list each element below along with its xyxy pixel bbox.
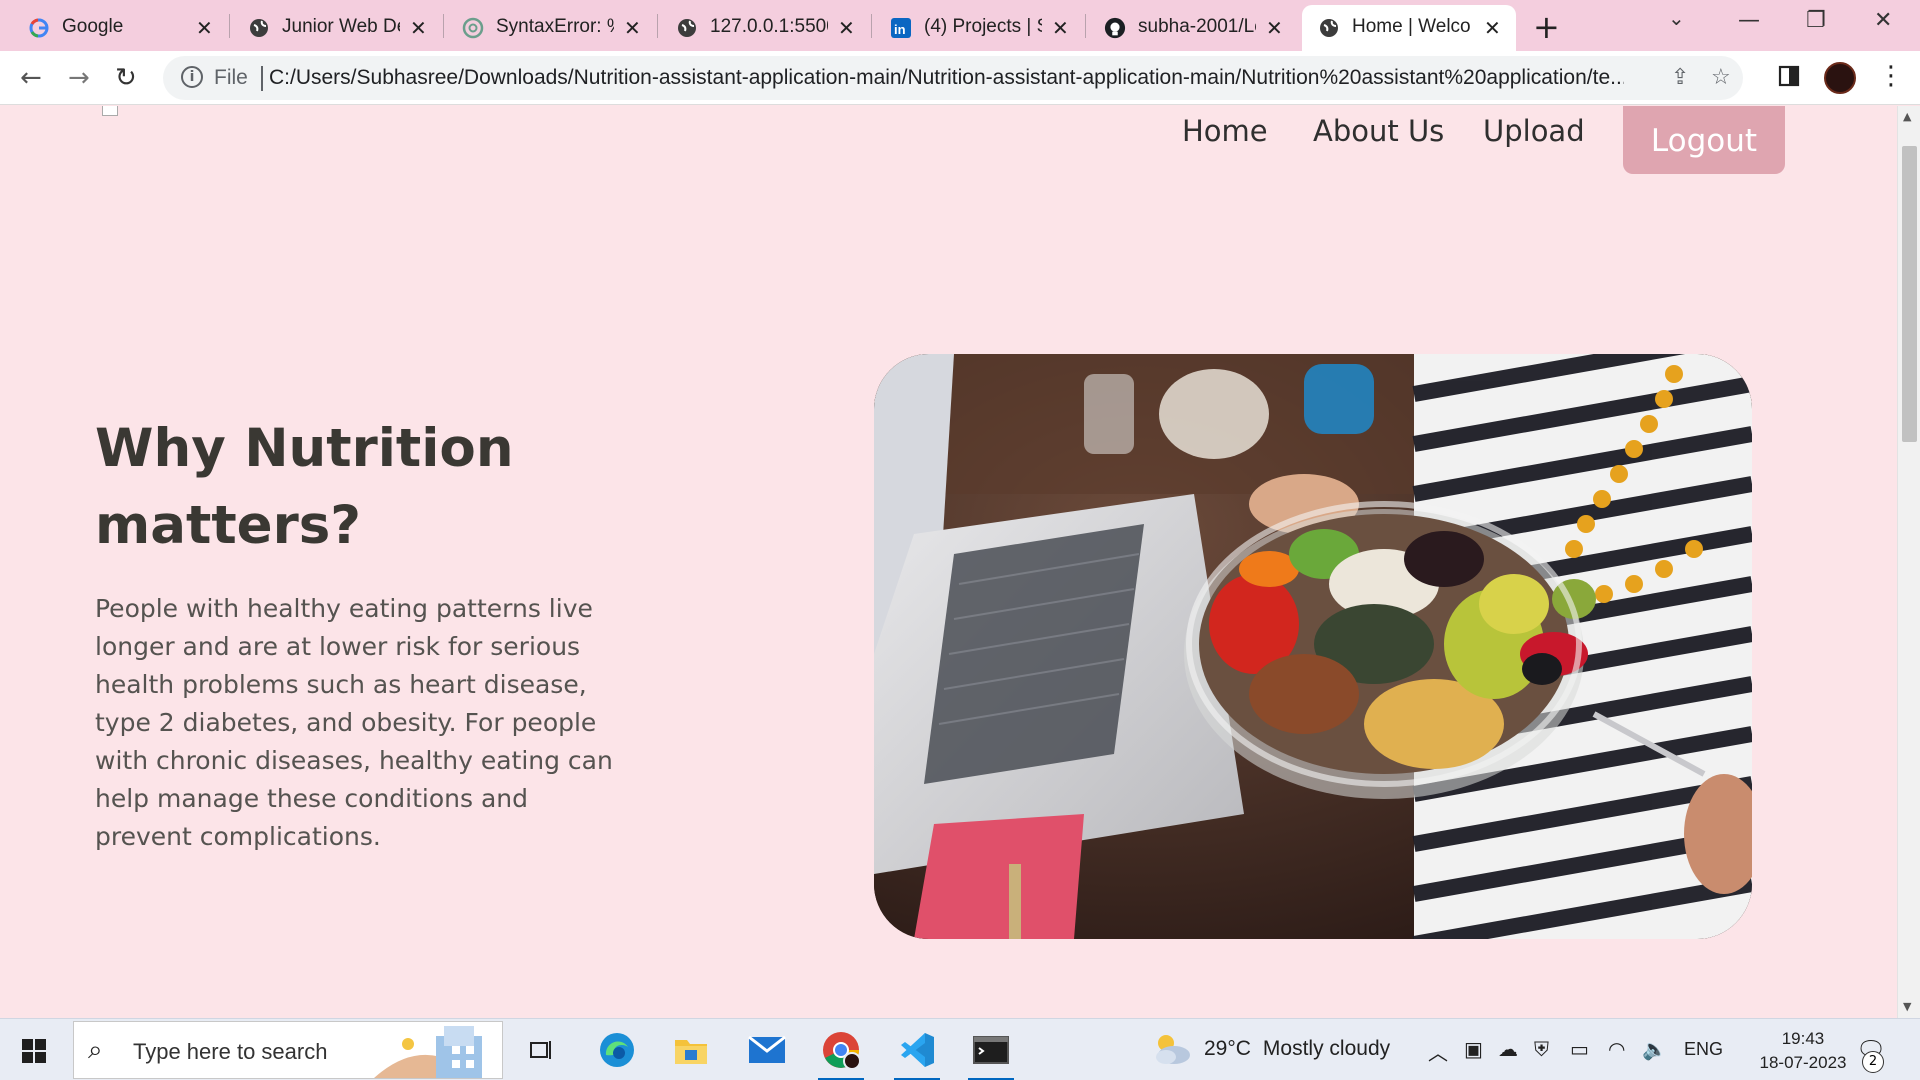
close-window-button[interactable]: ✕ xyxy=(1874,8,1892,33)
address-divider xyxy=(261,66,263,91)
share-icon[interactable]: ⇪ xyxy=(1671,65,1689,90)
back-button[interactable]: ← xyxy=(20,63,42,93)
battery-icon[interactable]: ▭ xyxy=(1570,1037,1589,1061)
onedrive-cloud-icon[interactable]: ☁ xyxy=(1498,1037,1518,1061)
nav-upload-link[interactable]: Upload xyxy=(1483,114,1585,148)
taskbar-search-box[interactable]: ⌕ Type here to search xyxy=(73,1021,503,1079)
tab-title: subha-2001/Le xyxy=(1138,16,1256,37)
vscode-icon[interactable] xyxy=(894,1029,940,1080)
page-scrollbar[interactable]: ▲ ▼ xyxy=(1897,106,1920,1018)
close-tab-icon[interactable]: ✕ xyxy=(410,16,427,41)
hero-description: People with healthy eating patterns live… xyxy=(95,594,613,851)
restore-button[interactable]: ❐ xyxy=(1806,8,1826,33)
close-tab-icon[interactable]: ✕ xyxy=(1052,16,1069,41)
tab-separator xyxy=(871,14,872,38)
security-icon[interactable]: ⛨ xyxy=(1534,1037,1549,1061)
tab-title: 127.0.0.1:5500/ xyxy=(710,16,828,37)
hero-title: Why Nutrition matters? xyxy=(95,418,514,556)
tab-title: Junior Web De xyxy=(282,16,400,37)
scheme-label: File xyxy=(214,66,248,89)
close-tab-icon[interactable]: ✕ xyxy=(624,16,641,41)
weather-widget[interactable]: 29°C Mostly cloudy xyxy=(1152,1033,1390,1065)
close-tab-icon[interactable]: ✕ xyxy=(196,16,213,41)
menu-kebab-icon[interactable]: ⋮ xyxy=(1878,61,1904,91)
cloudy-weather-icon xyxy=(1156,1035,1190,1064)
logo-broken-image xyxy=(102,106,118,116)
scrollbar-thumb[interactable] xyxy=(1902,146,1917,442)
weather-condition: Mostly cloudy xyxy=(1262,1037,1391,1060)
github-icon xyxy=(1104,17,1126,39)
page-viewport: Home About Us Upload Logout Why Nutritio… xyxy=(0,106,1897,1018)
globe-icon xyxy=(248,17,270,39)
tab-google[interactable]: Google ✕ xyxy=(12,5,220,51)
close-tab-icon[interactable]: ✕ xyxy=(1484,16,1501,41)
tab-junior-web-dev[interactable]: Junior Web De ✕ xyxy=(232,5,440,51)
meet-now-icon[interactable]: ▣ xyxy=(1464,1037,1483,1061)
globe-icon xyxy=(676,17,698,39)
taskbar-search-placeholder: Type here to search xyxy=(133,1039,328,1064)
mail-icon[interactable] xyxy=(744,1029,790,1071)
task-view-icon[interactable] xyxy=(518,1029,564,1071)
chatgpt-icon xyxy=(462,17,484,39)
terminal-icon[interactable] xyxy=(968,1029,1014,1080)
windows-start-icon[interactable] xyxy=(22,1039,46,1063)
windows-taskbar: ⌕ Type here to search 29°C Mostly cloudy xyxy=(0,1018,1920,1080)
input-language-indicator[interactable]: ENG xyxy=(1684,1039,1723,1060)
tab-separator xyxy=(443,14,444,38)
nav-about-link[interactable]: About Us xyxy=(1313,114,1444,148)
wifi-icon[interactable]: ◠ xyxy=(1608,1037,1625,1061)
svg-text:in: in xyxy=(894,22,906,37)
bookmark-star-icon[interactable]: ☆ xyxy=(1711,65,1731,90)
file-explorer-icon[interactable] xyxy=(668,1029,714,1071)
volume-icon[interactable]: 🔈 xyxy=(1642,1037,1667,1061)
side-panel-icon[interactable] xyxy=(1778,65,1800,93)
tab-title: Google xyxy=(62,16,124,37)
tab-syntax-error[interactable]: SyntaxError: % ✕ xyxy=(446,5,654,51)
tab-title: SyntaxError: % xyxy=(496,16,614,37)
url-text[interactable]: C:/Users/Subhasree/Downloads/Nutrition-a… xyxy=(269,66,1624,90)
notification-count-badge: 2 xyxy=(1862,1051,1884,1073)
tab-title: (4) Projects | Su xyxy=(924,16,1042,37)
tab-linkedin[interactable]: in (4) Projects | Su ✕ xyxy=(874,5,1082,51)
clock-time: 19:43 xyxy=(1781,1029,1825,1048)
close-tab-icon[interactable]: ✕ xyxy=(1266,16,1283,41)
chrome-icon[interactable] xyxy=(818,1029,864,1080)
google-icon xyxy=(28,17,50,39)
tab-strip: Google ✕ Junior Web De ✕ SyntaxError: % … xyxy=(0,0,1920,51)
info-icon[interactable]: i xyxy=(181,66,203,88)
clock-date: 18-07-2023 xyxy=(1759,1053,1847,1072)
show-hidden-icons-chevron-icon[interactable]: ︿ xyxy=(1428,1037,1448,1066)
scroll-down-arrow-icon[interactable]: ▼ xyxy=(1903,1000,1911,1013)
tab-title: Home | Welcor xyxy=(1352,16,1470,37)
logout-button[interactable]: Logout xyxy=(1623,106,1785,174)
address-bar[interactable]: i File C:/Users/Subhasree/Downloads/Nutr… xyxy=(163,56,1743,100)
tab-separator xyxy=(229,14,230,38)
minimize-button[interactable]: — xyxy=(1738,8,1760,33)
reload-button[interactable]: ↻ xyxy=(115,63,137,93)
search-icon: ⌕ xyxy=(88,1035,103,1065)
system-clock[interactable]: 19:43 18-07-2023 xyxy=(1748,1027,1858,1075)
tab-separator xyxy=(1085,14,1086,38)
scroll-up-arrow-icon[interactable]: ▲ xyxy=(1903,110,1911,123)
weather-temperature: 29°C xyxy=(1204,1037,1251,1060)
nav-home-link[interactable]: Home xyxy=(1182,114,1268,148)
close-tab-icon[interactable]: ✕ xyxy=(838,16,855,41)
linkedin-icon: in xyxy=(890,17,912,39)
tab-separator xyxy=(657,14,658,38)
tab-github[interactable]: subha-2001/Le ✕ xyxy=(1088,5,1296,51)
edge-browser-icon[interactable] xyxy=(594,1029,640,1071)
tab-localhost[interactable]: 127.0.0.1:5500/ ✕ xyxy=(660,5,868,51)
tab-search-chevron-icon[interactable]: ⌄ xyxy=(1668,6,1685,30)
forward-button[interactable]: → xyxy=(68,63,90,93)
healthy-food-bowl-image xyxy=(874,354,1752,939)
profile-avatar[interactable] xyxy=(1824,62,1856,94)
browser-toolbar: ← → ↻ i File C:/Users/Subhasree/Download… xyxy=(0,51,1920,105)
search-highlight-illustration xyxy=(374,1026,482,1078)
tab-home-welcome[interactable]: Home | Welcor ✕ xyxy=(1302,5,1516,51)
new-tab-button[interactable]: + xyxy=(1533,8,1560,46)
globe-icon xyxy=(1318,17,1340,39)
